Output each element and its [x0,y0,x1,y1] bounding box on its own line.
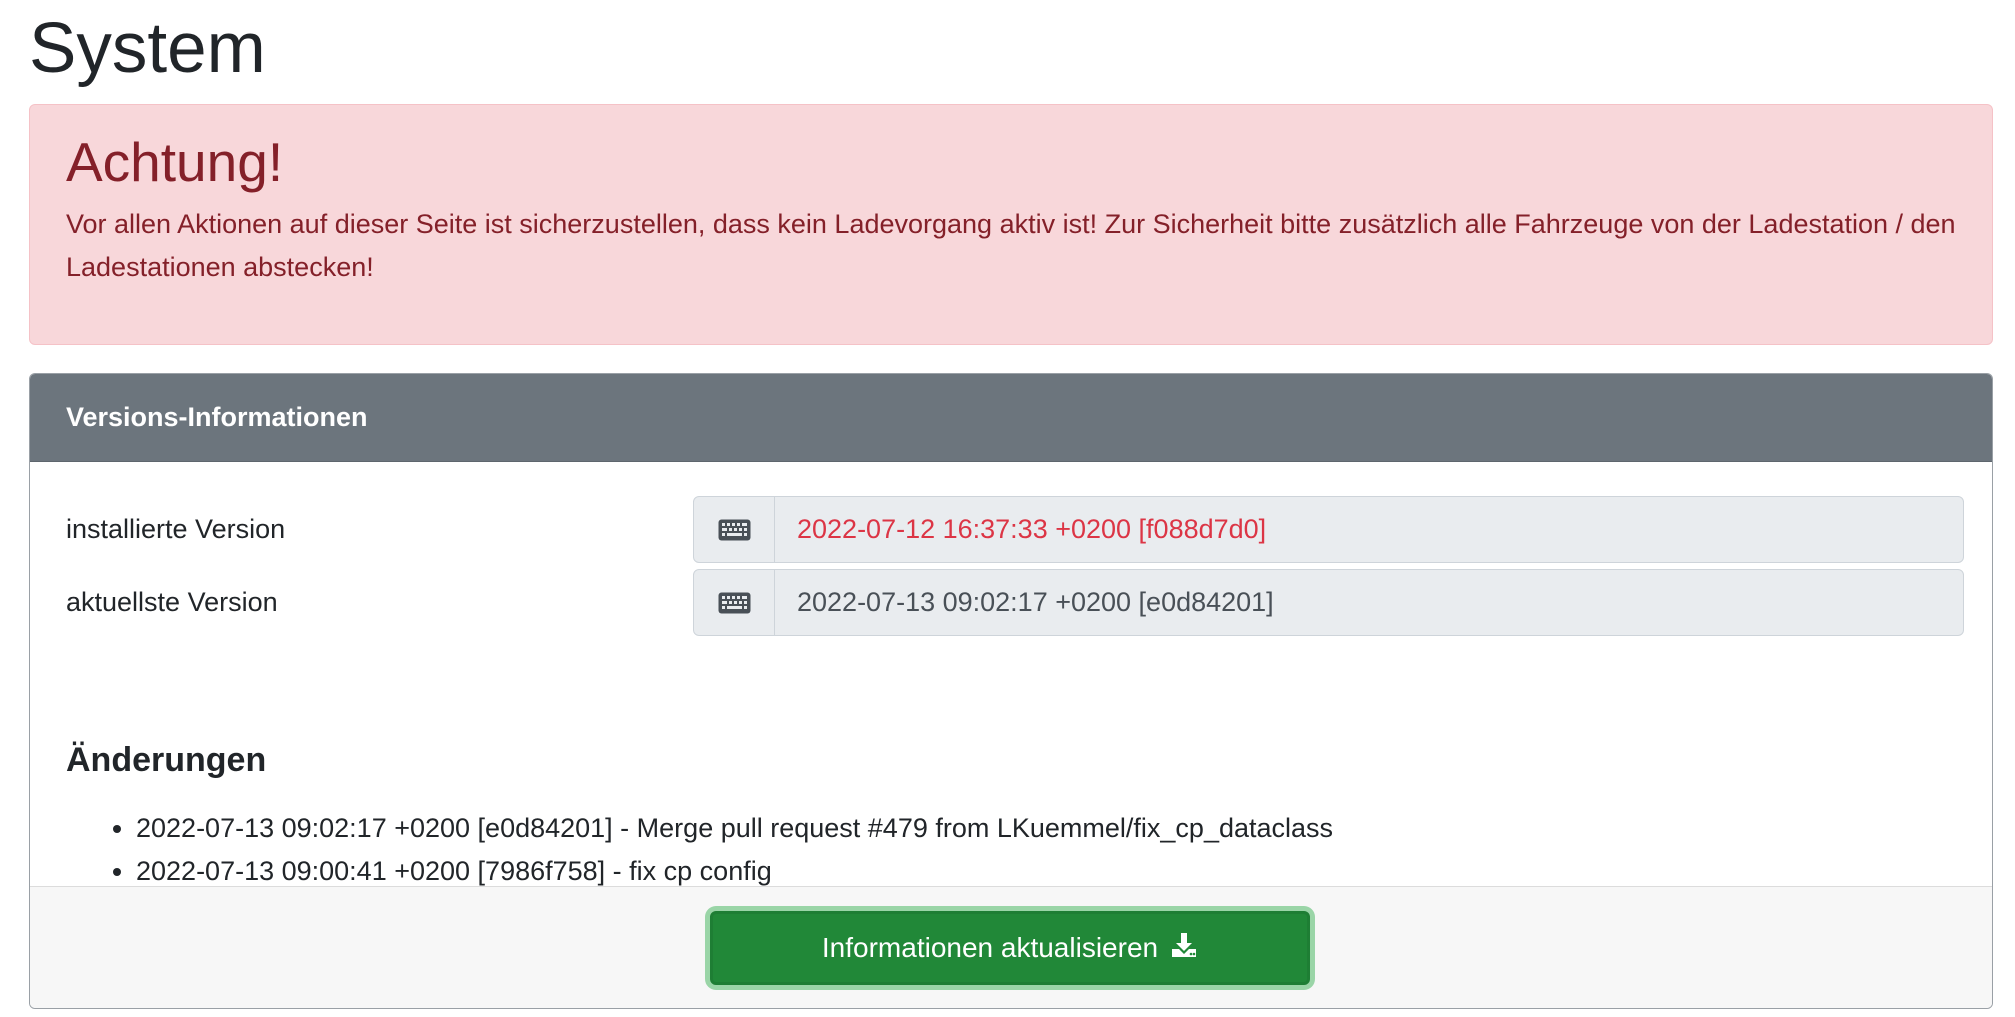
latest-version-field: 2022-07-13 09:02:17 +0200 [e0d84201] [693,569,1964,636]
keyboard-icon [694,570,775,635]
installed-version-value: 2022-07-12 16:37:33 +0200 [f088d7d0] [797,514,1267,544]
update-info-button[interactable]: Informationen aktualisieren [710,911,1310,985]
installed-version-label: installierte Version [66,514,286,544]
system-page: System Achtung! Vor allen Aktionen auf d… [29,0,1993,1009]
warning-alert: Achtung! Vor allen Aktionen auf dieser S… [29,104,1993,345]
installed-version-field: 2022-07-12 16:37:33 +0200 [f088d7d0] [693,496,1964,563]
latest-version-label: aktuellste Version [66,587,278,617]
alert-text: Vor allen Aktionen auf dieser Seite ist … [66,209,1956,282]
version-info-card: Versions-Informationen installierte Vers… [29,373,1993,1009]
card-footer: Informationen aktualisieren [30,886,1992,1008]
download-icon [1170,931,1198,966]
changes-heading: Änderungen [66,741,267,779]
latest-version-row: aktuellste Version 2022-07-13 09:02:17 +… [66,569,1986,636]
page-title: System [29,9,266,88]
update-button-label: Informationen aktualisieren [821,932,1159,963]
card-header: Versions-Informationen [30,374,1992,462]
installed-version-row: installierte Version 2022-07-12 16:37:33… [66,496,1986,563]
list-item: 2022-07-13 09:02:17 +0200 [e0d84201] - M… [136,807,1333,850]
latest-version-value: 2022-07-13 09:02:17 +0200 [e0d84201] [797,587,1274,617]
changes-list: 2022-07-13 09:02:17 +0200 [e0d84201] - M… [66,807,1333,893]
alert-heading: Achtung! [66,131,284,193]
keyboard-icon [694,497,775,562]
